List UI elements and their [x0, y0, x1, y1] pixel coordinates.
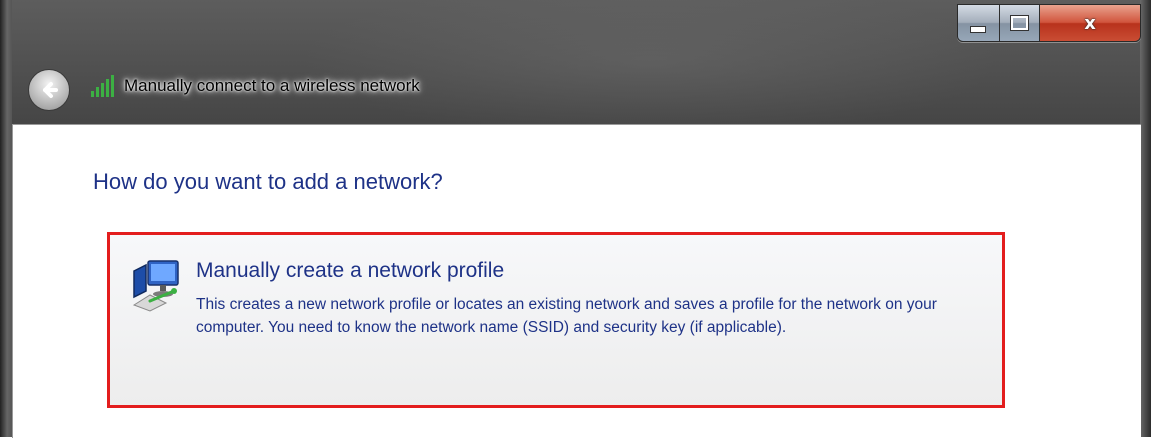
manually-create-profile-option[interactable]: Manually create a network profile This c… [107, 232, 1005, 408]
network-computer-icon [132, 260, 179, 312]
frame-glass-glow [300, 0, 1000, 140]
back-button[interactable] [28, 69, 70, 111]
caption-buttons: x [957, 4, 1141, 42]
maximize-button[interactable] [999, 5, 1041, 41]
page-heading: How do you want to add a network? [93, 169, 443, 194]
wireless-signal-icon [91, 75, 114, 97]
minimize-icon [970, 25, 987, 33]
window-right-edge [1140, 0, 1151, 437]
minimize-button[interactable] [958, 5, 1000, 41]
close-icon: x [1084, 12, 1096, 34]
maximize-icon [1009, 15, 1029, 31]
close-button[interactable]: x [1040, 5, 1140, 41]
window-left-edge [0, 0, 12, 437]
option-title: Manually create a network profile [196, 259, 505, 282]
window-title: Manually connect to a wireless network [124, 76, 420, 95]
option-description: This creates a new network profile or lo… [196, 296, 937, 336]
back-arrow-icon [43, 82, 58, 98]
